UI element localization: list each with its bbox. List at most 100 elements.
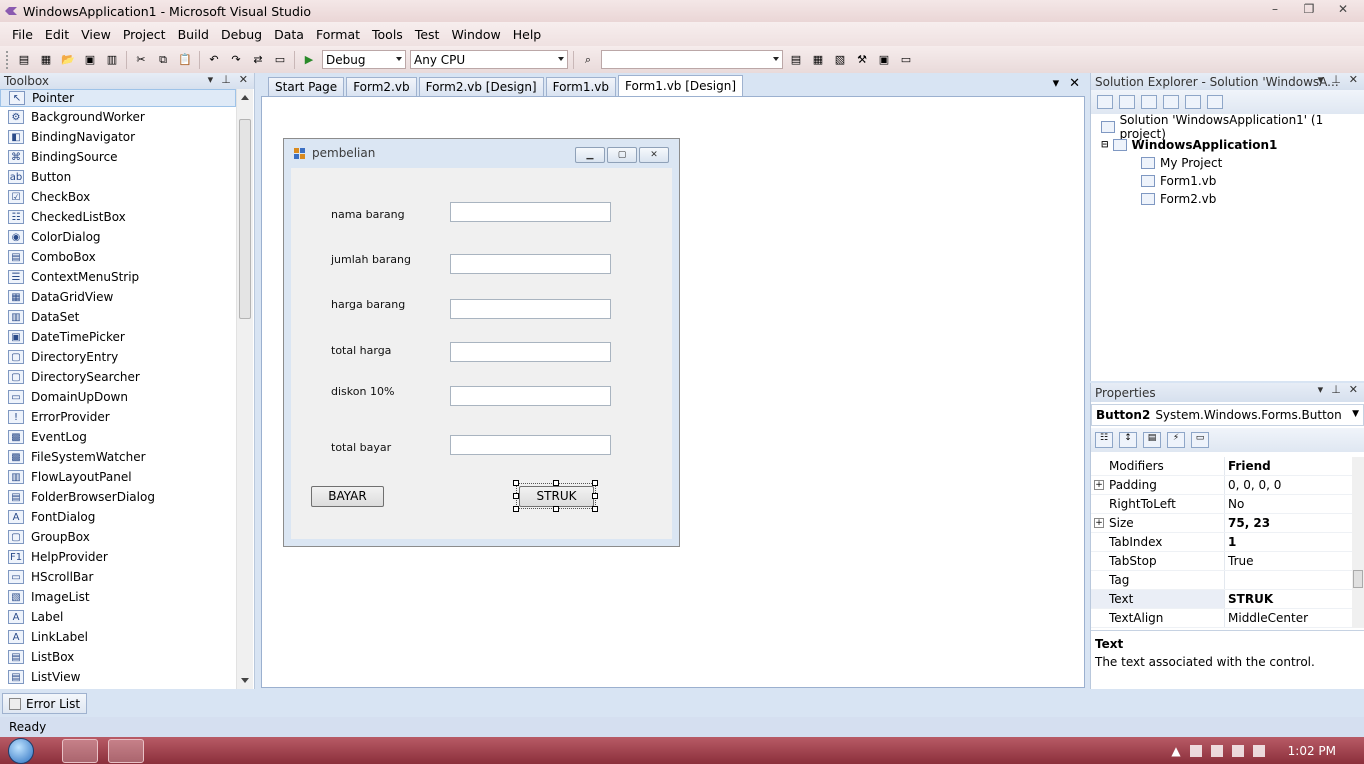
menu-build[interactable]: Build	[172, 27, 215, 42]
toolbox-item[interactable]: ◉ ColorDialog	[0, 227, 236, 247]
toolbox-item[interactable]: ! ErrorProvider	[0, 407, 236, 427]
toolbox-item[interactable]: A FontDialog	[0, 507, 236, 527]
debug-target-icon[interactable]: ▭	[271, 51, 289, 69]
open-file-icon[interactable]: 📂	[59, 51, 77, 69]
resize-handle[interactable]	[553, 506, 559, 512]
property-value[interactable]: No	[1225, 495, 1353, 513]
signal-icon[interactable]	[1252, 744, 1265, 757]
label-harga-barang[interactable]: harga barang	[331, 298, 405, 311]
class-diagram-icon[interactable]	[1207, 95, 1223, 109]
property-value[interactable]: 0, 0, 0, 0	[1225, 476, 1353, 494]
start-button[interactable]	[8, 738, 34, 764]
properties-view-icon[interactable]: ▤	[1143, 432, 1161, 448]
toolbox-item[interactable]: ☑ CheckBox	[0, 187, 236, 207]
toolbox-item[interactable]: ▢ DirectorySearcher	[0, 367, 236, 387]
toolbox-item[interactable]: ▩ EventLog	[0, 427, 236, 447]
toolbox-item[interactable]: ▥ FlowLayoutPanel	[0, 467, 236, 487]
property-row[interactable]: TabIndex 1	[1091, 533, 1353, 552]
toolbox-item[interactable]: ▢ DirectoryEntry	[0, 347, 236, 367]
scroll-thumb[interactable]	[239, 119, 251, 319]
toolbox-item[interactable]: ◧ BindingNavigator	[0, 127, 236, 147]
menu-help[interactable]: Help	[507, 27, 548, 42]
show-hidden-icons-icon[interactable]: ▲	[1171, 744, 1180, 758]
property-row[interactable]: Tag	[1091, 571, 1353, 590]
property-value[interactable]: STRUK	[1225, 590, 1353, 608]
scroll-up-icon[interactable]	[241, 95, 249, 100]
toolbox-scrollbar[interactable]	[236, 89, 253, 689]
toolbox-item[interactable]: ▦ DataGridView	[0, 287, 236, 307]
resize-handle[interactable]	[553, 480, 559, 486]
other-windows-icon[interactable]: ▭	[897, 51, 915, 69]
flag-icon[interactable]	[1189, 744, 1202, 757]
toolbox-item[interactable]: ☷ CheckedListBox	[0, 207, 236, 227]
menu-debug[interactable]: Debug	[215, 27, 268, 42]
find-combo[interactable]	[601, 50, 783, 69]
menu-edit[interactable]: Edit	[39, 27, 75, 42]
save-icon[interactable]: ▣	[81, 51, 99, 69]
toolbox-item[interactable]: ▤ ListView	[0, 667, 236, 687]
expand-icon[interactable]: +	[1094, 480, 1104, 490]
toolbox-item[interactable]: ☰ ContextMenuStrip	[0, 267, 236, 287]
textbox-total-bayar[interactable]	[450, 435, 611, 455]
resize-handle[interactable]	[592, 493, 598, 499]
toolbox-icon[interactable]: ⚒	[853, 51, 871, 69]
resize-handle[interactable]	[592, 506, 598, 512]
close-button[interactable]: ✕	[1330, 0, 1356, 18]
error-list-tab[interactable]: Error List	[2, 693, 88, 714]
add-item-icon[interactable]: ▦	[37, 51, 55, 69]
solution-config-combo[interactable]: Debug	[322, 50, 406, 69]
label-total-harga[interactable]: total harga	[331, 344, 391, 357]
property-grid-scrollbar[interactable]	[1352, 457, 1364, 628]
textbox-harga-barang[interactable]	[450, 299, 611, 319]
resize-handle[interactable]	[513, 493, 519, 499]
explorer-taskbar-icon[interactable]	[62, 739, 98, 763]
pin-icon[interactable]: ⊥	[221, 73, 231, 86]
property-row[interactable]: RightToLeft No	[1091, 495, 1353, 514]
toolbox-item[interactable]: ⌘ BindingSource	[0, 147, 236, 167]
network-icon[interactable]	[1210, 744, 1223, 757]
toolbox-item[interactable]: ↖ Pointer	[0, 89, 236, 107]
scroll-down-icon[interactable]	[241, 678, 249, 683]
toolbox-item[interactable]: ▥ DataSet	[0, 307, 236, 327]
textbox-total-harga[interactable]	[450, 342, 611, 362]
property-value[interactable]: MiddleCenter	[1225, 609, 1353, 627]
resize-handle[interactable]	[513, 480, 519, 486]
minimize-button[interactable]: –	[1262, 0, 1288, 18]
menu-test[interactable]: Test	[409, 27, 446, 42]
toolbox-item[interactable]: F1 HelpProvider	[0, 547, 236, 567]
close-icon[interactable]: ✕	[1349, 383, 1358, 396]
label-nama-barang[interactable]: nama barang	[331, 208, 405, 221]
property-row[interactable]: + Padding 0, 0, 0, 0	[1091, 476, 1353, 495]
toolbox-item[interactable]: ab Button	[0, 167, 236, 187]
properties-object-selector[interactable]: Button2 System.Windows.Forms.Button ▼	[1091, 404, 1364, 426]
solution-platform-combo[interactable]: Any CPU	[410, 50, 568, 69]
window-position-icon[interactable]: ▾	[1318, 383, 1324, 396]
active-files-dropdown-icon[interactable]: ▾	[1053, 76, 1060, 91]
properties-icon[interactable]	[1097, 95, 1113, 109]
tab-form2-code[interactable]: Form2.vb	[346, 77, 417, 96]
categorized-icon[interactable]: ☷	[1095, 432, 1113, 448]
design-form[interactable]: pembelian ▁ ▢ ✕ nama barang jumlah baran…	[283, 138, 680, 547]
property-value[interactable]	[1225, 571, 1353, 589]
textbox-jumlah-barang[interactable]	[450, 254, 611, 274]
property-value[interactable]: Friend	[1225, 457, 1353, 475]
properties-window-icon[interactable]: ▦	[809, 51, 827, 69]
refresh-icon[interactable]	[1141, 95, 1157, 109]
tab-form1-design[interactable]: Form1.vb [Design]	[618, 75, 744, 96]
window-position-icon[interactable]: ▾	[1318, 73, 1324, 86]
solution-explorer-icon[interactable]: ▤	[787, 51, 805, 69]
property-row[interactable]: TextAlign MiddleCenter	[1091, 609, 1353, 628]
show-all-files-icon[interactable]	[1119, 95, 1135, 109]
design-form-client[interactable]: nama barang jumlah barang harga barang t…	[291, 168, 672, 539]
toolbox-item[interactable]: ▣ DateTimePicker	[0, 327, 236, 347]
tree-item-form2[interactable]: Form2.vb	[1091, 190, 1364, 208]
tree-item-form1[interactable]: Form1.vb	[1091, 172, 1364, 190]
form-designer-surface[interactable]: pembelian ▁ ▢ ✕ nama barang jumlah baran…	[261, 96, 1085, 688]
close-document-icon[interactable]: ✕	[1069, 76, 1080, 91]
start-debugging-icon[interactable]: ▶	[300, 51, 318, 69]
property-row[interactable]: Modifiers Friend	[1091, 457, 1353, 476]
menu-view[interactable]: View	[75, 27, 117, 42]
toolbox-item[interactable]: A LinkLabel	[0, 627, 236, 647]
property-pages-icon[interactable]: ▭	[1191, 432, 1209, 448]
find-in-files-icon[interactable]: ⌕	[579, 51, 597, 69]
